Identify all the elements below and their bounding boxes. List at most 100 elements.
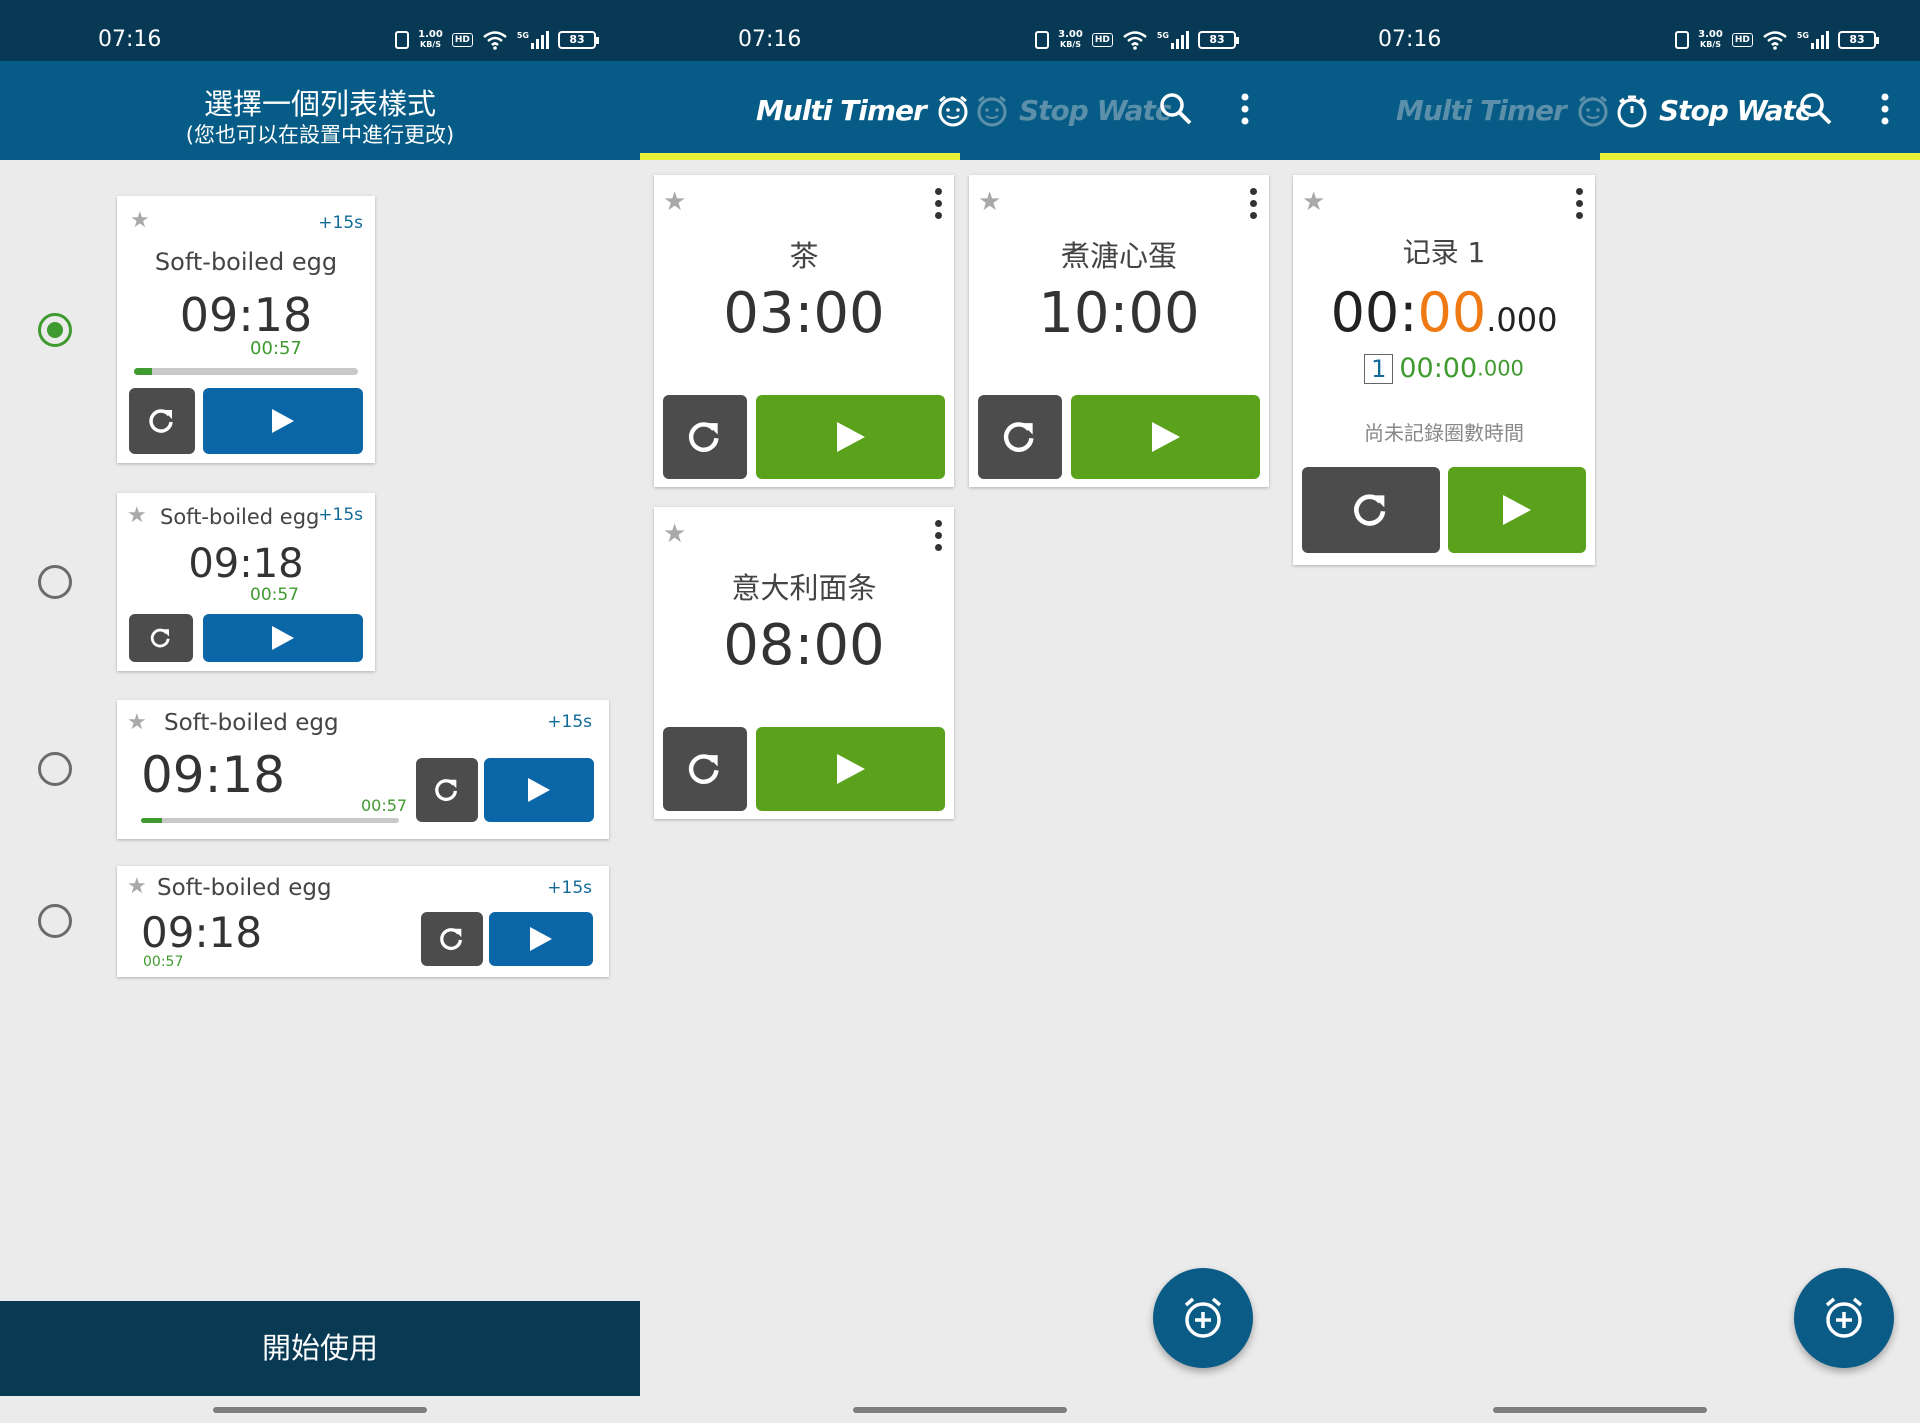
more-vert-icon[interactable] — [935, 188, 943, 224]
timer-card[interactable]: ★ 煮溏心蛋 10:00 — [969, 175, 1269, 487]
radio-style-1[interactable] — [38, 313, 72, 347]
add-timer-button[interactable] — [1153, 1268, 1253, 1368]
reset-button[interactable] — [421, 912, 483, 966]
style-preview-card-2[interactable]: ★ Soft-boiled egg +15s 09:18 00:57 — [117, 493, 375, 671]
status-time: 07:16 — [98, 27, 162, 52]
stopwatch-seconds: 00 — [1417, 281, 1487, 344]
tab-stop-watch[interactable]: Stop Watc — [1615, 61, 1811, 160]
plus-15s-label[interactable]: +15s — [318, 505, 363, 525]
play-button[interactable] — [756, 395, 945, 479]
refresh-icon — [440, 928, 463, 950]
refresh-icon — [688, 422, 719, 452]
add-stopwatch-button[interactable] — [1794, 1268, 1894, 1368]
star-icon[interactable]: ★ — [127, 503, 147, 528]
stopwatch-minutes: 00: — [1330, 281, 1418, 344]
battery-icon: 83 — [1838, 31, 1879, 49]
play-button[interactable] — [484, 758, 594, 822]
plus-15s-label[interactable]: +15s — [547, 878, 592, 898]
star-icon[interactable]: ★ — [1302, 187, 1325, 217]
stopwatch-icon — [1617, 95, 1647, 127]
alarm-add-icon — [1825, 1297, 1863, 1338]
vibrate-icon — [1675, 31, 1690, 49]
stopwatch-card[interactable]: ★ 记录 1 00:00.000 1 00:00.000 尚未記錄圈數時間 — [1293, 175, 1595, 565]
tab-indicator — [1600, 153, 1920, 160]
tab-indicator — [640, 153, 960, 160]
signal-icon: 5G — [1157, 31, 1189, 49]
star-icon[interactable]: ★ — [127, 710, 147, 735]
star-icon[interactable]: ★ — [978, 187, 1001, 217]
stopwatch-name: 记录 1 — [1402, 236, 1486, 269]
gesture-nav-bar[interactable] — [213, 1407, 427, 1413]
more-vert-icon[interactable] — [1240, 91, 1250, 127]
status-icons: 3.00 KB/S HD 5G 83 — [1035, 29, 1239, 51]
timer-name: Soft-boiled egg — [164, 710, 339, 736]
timer-card[interactable]: ★ 意大利面条 08:00 — [654, 507, 954, 819]
search-icon[interactable] — [1798, 91, 1834, 127]
play-button[interactable] — [1448, 467, 1586, 553]
plus-15s-label[interactable]: +15s — [547, 712, 592, 732]
network-speed: 3.00 KB/S — [1058, 29, 1083, 50]
tab-stop-watch[interactable]: Stop Watc — [975, 61, 1171, 160]
play-icon — [272, 409, 294, 433]
elapsed-time: 00:57 — [250, 338, 302, 359]
wifi-icon — [483, 31, 507, 50]
style-preview-card-4[interactable]: ★ Soft-boiled egg +15s 09:18 00:57 — [117, 866, 609, 977]
battery-icon: 83 — [558, 31, 599, 49]
reset-button[interactable] — [416, 758, 478, 822]
radio-style-3[interactable] — [38, 752, 72, 786]
plus-15s-label[interactable]: +15s — [318, 213, 363, 233]
timer-time: 09:18 — [141, 746, 286, 804]
star-icon[interactable]: ★ — [130, 208, 150, 233]
lap-row: 1 00:00.000 — [1293, 353, 1595, 384]
page-subtitle: (您也可以在設置中進行更改) — [185, 123, 455, 147]
timer-name: Soft-boiled egg — [160, 505, 320, 529]
timer-name: Soft-boiled egg — [154, 248, 338, 276]
no-laps-text: 尚未記錄圈數時間 — [1364, 421, 1524, 445]
more-vert-icon[interactable] — [1250, 188, 1258, 224]
style-preview-card-1[interactable]: ★ +15s Soft-boiled egg 09:18 00:57 — [117, 196, 375, 463]
start-button[interactable]: 開始使用 — [0, 1301, 640, 1396]
more-vert-icon[interactable] — [1880, 91, 1890, 127]
alarm-clock-icon — [938, 95, 968, 126]
reset-button[interactable] — [978, 395, 1062, 479]
alarm-clock-icon — [1578, 95, 1608, 126]
star-icon[interactable]: ★ — [663, 519, 686, 549]
elapsed-time: 00:57 — [250, 585, 299, 605]
play-icon — [836, 754, 865, 784]
tab-multi-timer[interactable]: Multi Timer — [1396, 61, 1610, 160]
timer-time: 03:00 — [723, 281, 885, 346]
elapsed-time: 00:57 — [361, 796, 408, 815]
hd-icon: HD — [1091, 33, 1113, 47]
star-icon[interactable]: ★ — [663, 187, 686, 217]
more-vert-icon[interactable] — [1576, 188, 1584, 224]
star-icon[interactable]: ★ — [127, 874, 147, 899]
play-button[interactable] — [203, 388, 363, 454]
reset-button[interactable] — [129, 388, 195, 454]
elapsed-time: 00:57 — [143, 954, 184, 970]
timer-card[interactable]: ★ 茶 03:00 — [654, 175, 954, 487]
play-button[interactable] — [489, 912, 593, 966]
play-button[interactable] — [756, 727, 945, 811]
search-icon[interactable] — [1158, 91, 1194, 127]
wifi-icon — [1123, 31, 1147, 50]
gesture-nav-bar[interactable] — [853, 1407, 1067, 1413]
tab-multi-timer[interactable]: Multi Timer — [756, 61, 970, 160]
reset-button[interactable] — [663, 727, 747, 811]
play-button[interactable] — [203, 614, 363, 662]
status-bar: 07:16 3.00 KB/S HD 5G 83 — [640, 0, 1280, 61]
timer-time: 10:00 — [1038, 281, 1200, 346]
refresh-icon — [149, 409, 173, 433]
reset-button[interactable] — [663, 395, 747, 479]
play-icon — [1503, 495, 1531, 525]
reset-button[interactable] — [1302, 467, 1440, 553]
reset-button[interactable] — [129, 614, 193, 662]
gesture-nav-bar[interactable] — [1493, 1407, 1707, 1413]
stopwatch-icon — [977, 95, 1007, 126]
timer-name: Soft-boiled egg — [157, 875, 332, 901]
timer-time: 08:00 — [723, 613, 885, 678]
play-button[interactable] — [1071, 395, 1260, 479]
more-vert-icon[interactable] — [935, 520, 943, 556]
radio-style-4[interactable] — [38, 904, 72, 938]
style-preview-card-3[interactable]: ★ Soft-boiled egg +15s 09:18 00:57 — [117, 700, 609, 839]
radio-style-2[interactable] — [38, 565, 72, 599]
